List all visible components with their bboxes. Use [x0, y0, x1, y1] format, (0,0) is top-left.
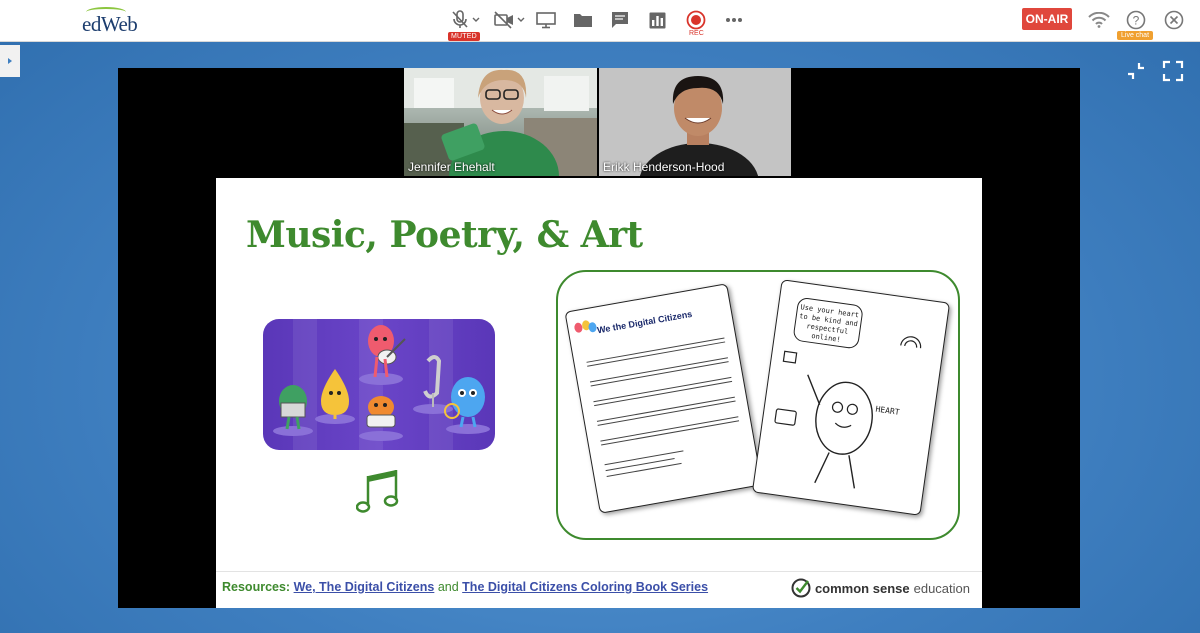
- close-icon: [1164, 10, 1184, 30]
- screen-share-button[interactable]: [536, 8, 556, 32]
- muted-badge: MUTED: [448, 32, 480, 41]
- music-note-icon: [356, 470, 399, 513]
- folder-icon: [574, 14, 592, 27]
- coloring-book-series-link[interactable]: The Digital Citizens Coloring Book Serie…: [462, 580, 708, 594]
- logo-text: edWeb: [82, 12, 138, 36]
- presentation-stage: Jennifer Ehehalt Erikk Henderson-Hood Mu…: [118, 68, 1080, 608]
- coloring-book-page[interactable]: Use your heart to be kind and respectful…: [751, 279, 951, 516]
- minimize-view-icon[interactable]: [1125, 60, 1147, 82]
- video-tile-jennifer[interactable]: Jennifer Ehehalt: [404, 68, 597, 176]
- chevron-right-icon: [8, 58, 12, 64]
- staff-line: [586, 337, 725, 363]
- coloring-character-image: [774, 336, 922, 489]
- staff-line: [597, 400, 736, 426]
- poll-chart-icon: [649, 12, 666, 28]
- record-icon: [686, 10, 706, 30]
- camera-toggle[interactable]: [494, 8, 525, 32]
- wifi-icon: [1088, 12, 1110, 28]
- video-tile-erikk[interactable]: Erikk Henderson-Hood: [599, 68, 791, 176]
- close-button[interactable]: [1164, 8, 1184, 32]
- fullscreen-icon[interactable]: [1162, 60, 1184, 82]
- more-icon: [726, 18, 742, 22]
- help-icon: ?: [1126, 10, 1146, 30]
- band-illustration: [263, 319, 495, 450]
- chat-button[interactable]: [611, 8, 629, 32]
- sheet-music-title: We the Digital Citizens: [596, 308, 693, 336]
- more-button[interactable]: [725, 8, 743, 32]
- brand-suffix: education: [913, 580, 970, 596]
- balloons-icon: [574, 320, 597, 333]
- footer-and: and: [437, 580, 459, 594]
- chat-icon: [612, 12, 628, 28]
- chevron-down-icon: [472, 17, 480, 22]
- on-air-button[interactable]: ON-AIR: [1022, 8, 1072, 30]
- record-button[interactable]: [686, 8, 706, 32]
- checkmark-logo-icon: [791, 578, 811, 598]
- resources-label: Resources:: [222, 580, 291, 594]
- participant-name: Erikk Henderson-Hood: [603, 160, 725, 174]
- microphone-muted-icon: [452, 10, 468, 28]
- chevron-down-icon: [517, 17, 525, 22]
- poll-button[interactable]: [649, 8, 666, 32]
- live-chat-badge[interactable]: Live chat: [1117, 31, 1154, 40]
- brand-name: common sense: [814, 580, 910, 596]
- lyrics-line: [606, 462, 682, 478]
- participant-name: Jennifer Ehehalt: [408, 160, 495, 174]
- presentation-slide: Music, Poetry, & Art We the Digital Citi…: [216, 178, 982, 608]
- staff-line: [587, 341, 726, 367]
- edweb-logo[interactable]: edWeb: [82, 6, 142, 36]
- staff-line: [594, 380, 733, 407]
- connection-status[interactable]: [1088, 8, 1110, 32]
- sheet-music-page[interactable]: We the Digital Citizens: [564, 283, 763, 514]
- top-toolbar: edWeb MUTED REC ON-AIR ? Live chat: [0, 0, 1200, 42]
- sidebar-expand-tab[interactable]: [0, 45, 20, 77]
- common-sense-education-logo: common sense education: [791, 578, 970, 598]
- help-button[interactable]: ?: [1126, 8, 1146, 32]
- files-button[interactable]: [573, 8, 593, 32]
- microphone-toggle[interactable]: [451, 8, 480, 32]
- svg-text:?: ?: [1133, 14, 1140, 28]
- rec-label: REC: [689, 30, 704, 37]
- we-the-digital-citizens-link[interactable]: We, The Digital Citizens: [294, 580, 435, 594]
- footer-divider: [216, 571, 982, 572]
- slide-title: Music, Poetry, & Art: [246, 214, 643, 256]
- band-characters-image: [273, 325, 490, 441]
- camera-off-icon: [494, 11, 513, 29]
- staff-line: [601, 420, 740, 446]
- resources-footer: Resources: We, The Digital Citizens and …: [222, 580, 708, 594]
- screen-share-icon: [536, 12, 556, 29]
- staff-line: [590, 361, 729, 387]
